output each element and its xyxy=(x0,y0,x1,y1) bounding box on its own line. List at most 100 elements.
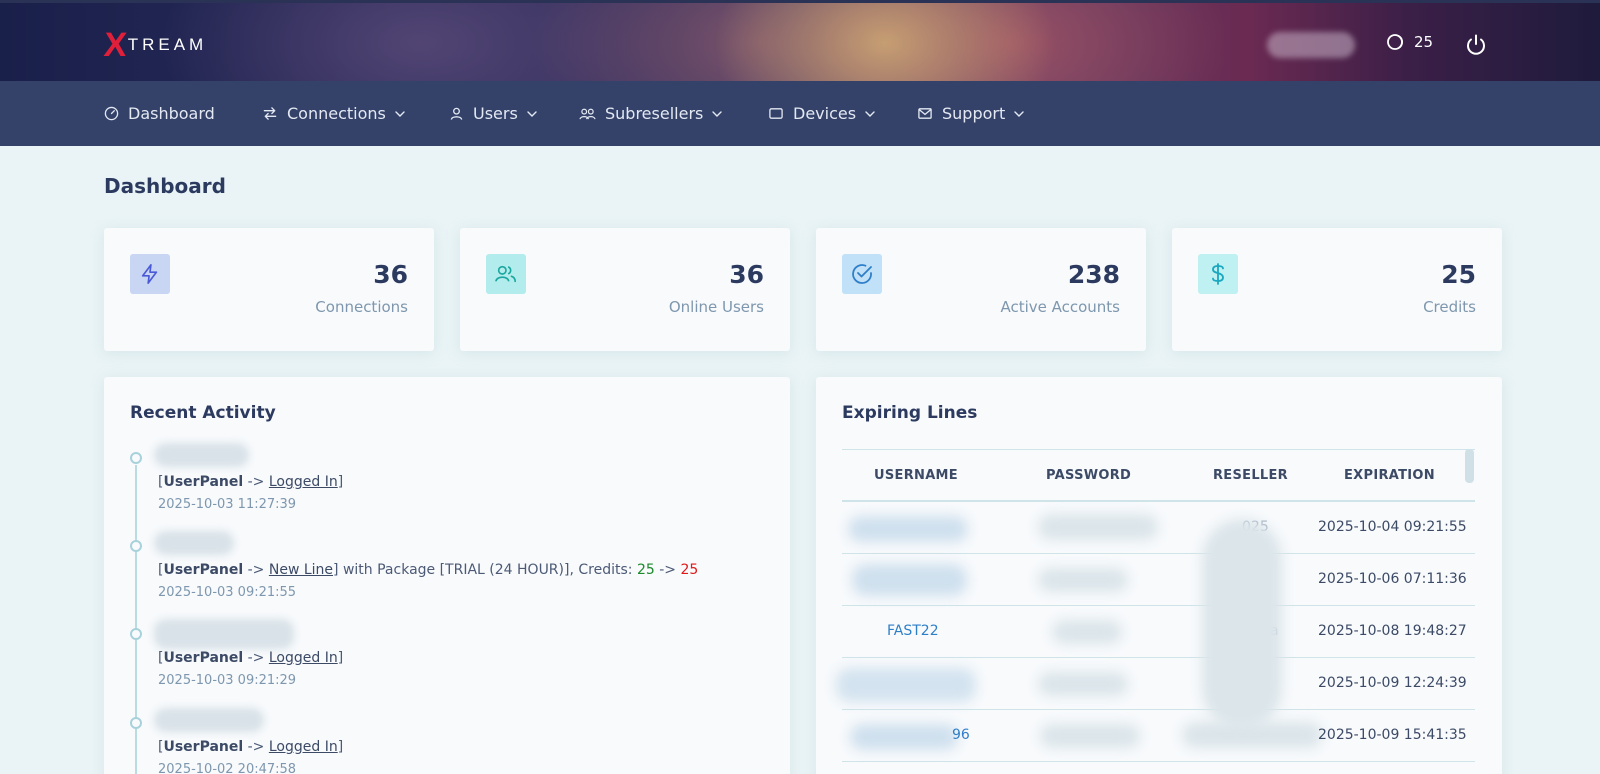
column-header-password[interactable]: PASSWORD xyxy=(1046,468,1131,483)
activity-action-link[interactable]: Logged In xyxy=(269,474,338,490)
expiration-cell: 2025-10-04 09:21:55 xyxy=(1318,519,1467,535)
table-header: USERNAME PASSWORD RESELLER EXPIRATION xyxy=(842,449,1475,502)
column-header-expiration[interactable]: EXPIRATION xyxy=(1344,468,1435,483)
xtream-logo[interactable]: X TREAM xyxy=(102,26,208,64)
expiration-cell: 2025-10-06 07:11:36 xyxy=(1318,571,1467,587)
activity-user-redacted xyxy=(154,708,264,732)
nav-connections-label: Connections xyxy=(287,104,386,123)
column-header-reseller[interactable]: RESELLER xyxy=(1213,468,1288,483)
table-row[interactable]: 96 2025-10-09 15:41:35 xyxy=(842,710,1475,762)
nav-subresellers-label: Subresellers xyxy=(605,104,704,123)
username-redacted xyxy=(850,724,958,750)
credits-coin-icon xyxy=(1387,34,1403,50)
logo-x-mark: X xyxy=(102,26,129,64)
stat-card-active-accounts: 238 Active Accounts xyxy=(816,228,1146,351)
stat-label: Active Accounts xyxy=(1000,298,1120,316)
nav-support-label: Support xyxy=(942,104,1006,123)
user-name-redacted[interactable] xyxy=(1267,32,1355,58)
password-redacted xyxy=(1040,724,1140,748)
timeline-dot xyxy=(130,628,142,640)
nav-connections[interactable]: Connections xyxy=(262,81,406,146)
nav-subresellers[interactable]: Subresellers xyxy=(579,81,723,146)
expiring-lines-table: USERNAME PASSWORD RESELLER EXPIRATION 02… xyxy=(836,449,1475,762)
device-icon xyxy=(769,108,783,119)
nav-support[interactable]: Support xyxy=(917,81,1025,146)
stat-card-connections: 36 Connections xyxy=(104,228,434,351)
nav-devices[interactable]: Devices xyxy=(768,81,876,146)
stat-card-online-users: 36 Online Users xyxy=(460,228,790,351)
username-redacted xyxy=(852,564,967,596)
stat-value: 238 xyxy=(1067,260,1120,289)
password-redacted xyxy=(1038,672,1128,696)
activity-date: 2025-10-03 09:21:55 xyxy=(158,585,297,600)
username-link[interactable]: FAST22 xyxy=(887,623,939,639)
dollar-icon xyxy=(1198,254,1238,294)
main-nav: Dashboard Connections Users Subresellers xyxy=(0,81,1600,146)
power-icon[interactable] xyxy=(1464,33,1488,57)
stat-label: Connections xyxy=(315,298,408,316)
activity-text: [UserPanel -> Logged In] xyxy=(158,474,344,490)
expiration-cell: 2025-10-08 19:48:27 xyxy=(1318,623,1467,639)
gauge-icon xyxy=(104,106,119,121)
activity-user-redacted xyxy=(154,443,249,467)
activity-action-link[interactable]: Logged In xyxy=(269,739,338,755)
table-scrollbar[interactable] xyxy=(1465,449,1474,483)
users-icon xyxy=(486,254,526,294)
stat-card-credits: 25 Credits xyxy=(1172,228,1502,351)
expiring-lines-panel: Expiring Lines USERNAME PASSWORD RESELLE… xyxy=(816,377,1502,774)
expiration-cell: 2025-10-09 15:41:35 xyxy=(1318,727,1467,743)
stat-value: 36 xyxy=(373,260,408,289)
reseller-redaction xyxy=(1202,519,1282,729)
chevron-down-icon xyxy=(1014,110,1024,117)
nav-users-label: Users xyxy=(473,104,518,123)
envelope-icon xyxy=(918,108,932,119)
table-row[interactable]: 2025-10-09 12:24:39 xyxy=(836,658,1475,710)
password-redacted xyxy=(1038,568,1128,592)
activity-action-link[interactable]: New Line xyxy=(269,562,333,578)
nav-devices-label: Devices xyxy=(793,104,857,123)
activity-user-redacted xyxy=(154,531,234,555)
expiration-cell: 2025-10-09 12:24:39 xyxy=(1318,675,1467,691)
check-circle-icon xyxy=(842,254,882,294)
chevron-down-icon xyxy=(527,110,537,117)
password-redacted xyxy=(1038,514,1158,540)
nav-dashboard[interactable]: Dashboard xyxy=(104,81,215,146)
group-icon xyxy=(579,108,596,120)
panel-title: Expiring Lines xyxy=(842,403,978,423)
username-redacted xyxy=(836,668,976,702)
activity-user-redacted xyxy=(154,619,294,649)
chevron-down-icon xyxy=(395,110,405,117)
activity-text: [UserPanel -> Logged In] xyxy=(158,650,344,666)
activity-action-link[interactable]: Logged In xyxy=(269,650,338,666)
table-row[interactable]: FAST22 a 2025-10-08 19:48:27 xyxy=(842,606,1475,658)
user-icon xyxy=(450,107,463,120)
table-row[interactable]: 2025-10-06 07:11:36 xyxy=(842,554,1475,606)
activity-date: 2025-10-03 11:27:39 xyxy=(158,497,297,512)
panel-title: Recent Activity xyxy=(130,403,276,423)
timeline-dot xyxy=(130,717,142,729)
timeline-dot xyxy=(130,452,142,464)
activity-text: [UserPanel -> New Line] with Package [TR… xyxy=(158,562,699,578)
timeline-dot xyxy=(130,540,142,552)
password-redacted xyxy=(1052,620,1122,644)
chevron-down-icon xyxy=(712,110,723,117)
activity-date: 2025-10-02 20:47:58 xyxy=(158,762,297,774)
stat-value: 36 xyxy=(729,260,764,289)
logo-wordmark: TREAM xyxy=(127,35,208,54)
nav-dashboard-label: Dashboard xyxy=(128,104,215,123)
credits-count: 25 xyxy=(1414,33,1434,51)
username-link[interactable]: 96 xyxy=(952,727,970,743)
page-title: Dashboard xyxy=(104,174,226,198)
activity-date: 2025-10-03 09:21:29 xyxy=(158,673,297,688)
stat-label: Online Users xyxy=(668,298,764,316)
chevron-down-icon xyxy=(865,110,875,117)
swap-arrows-icon xyxy=(263,107,277,120)
table-row[interactable]: 025 2025-10-04 09:21:55 xyxy=(842,502,1475,554)
top-header: X TREAM 25 xyxy=(0,0,1600,81)
recent-activity-panel: Recent Activity [UserPanel -> Logged In]… xyxy=(104,377,790,774)
stat-label: Credits xyxy=(1423,298,1476,316)
column-header-username[interactable]: USERNAME xyxy=(874,468,958,483)
nav-users[interactable]: Users xyxy=(449,81,538,146)
lightning-icon xyxy=(130,254,170,294)
credits-indicator[interactable]: 25 xyxy=(1386,33,1433,51)
